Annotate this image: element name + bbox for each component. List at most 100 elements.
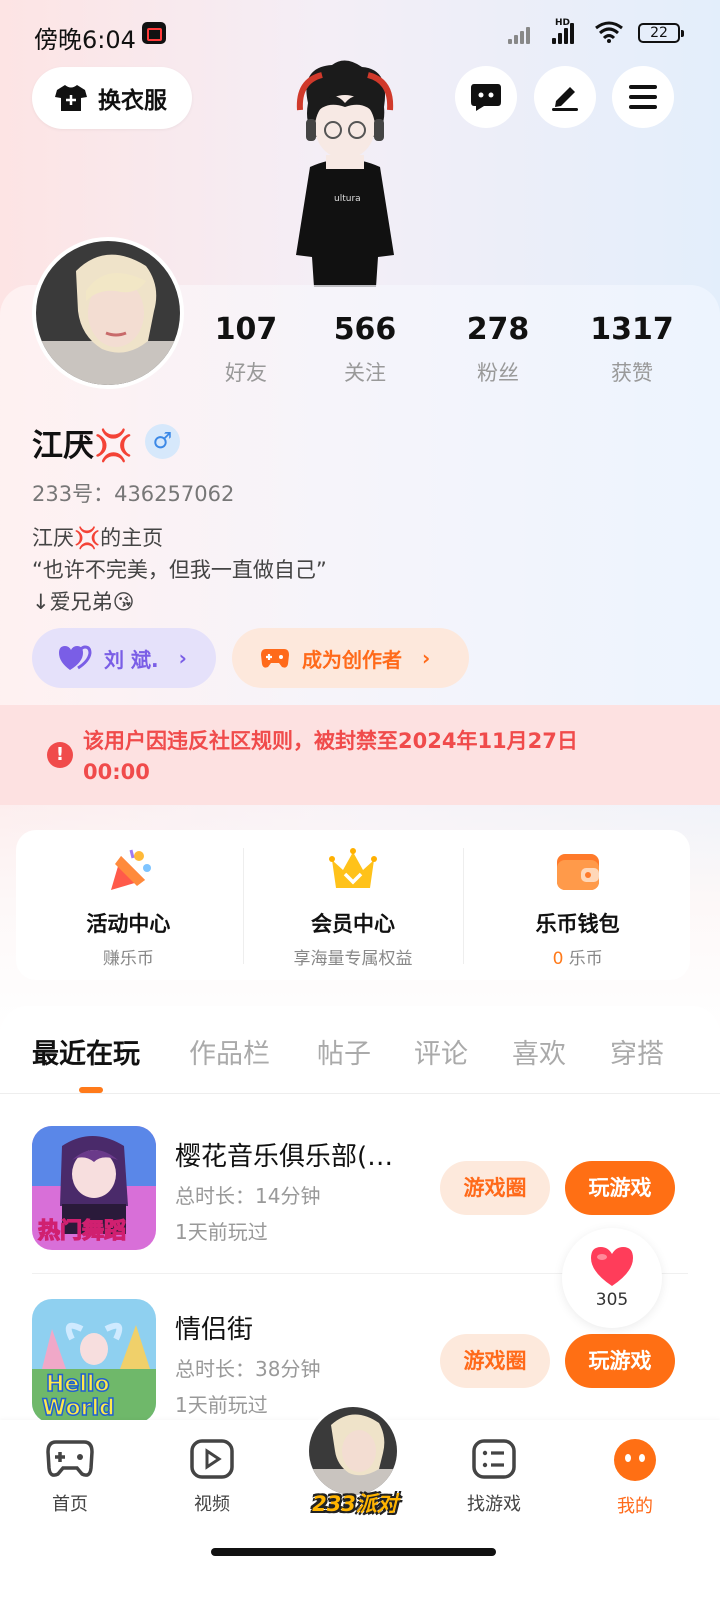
cp-partner-name: 刘 斌. (104, 647, 159, 672)
signal-icon (508, 22, 530, 44)
coin-wallet-button[interactable]: 乐币钱包 0 乐币 (465, 830, 690, 980)
nav-label: 找游戏 (467, 1494, 521, 1515)
nav-video[interactable]: 视频 (167, 1438, 257, 1516)
services-card: 活动中心 赚乐币 会员中心 享海量专属权益 乐币钱包 0 乐币 (16, 830, 690, 980)
party-avatar-button[interactable] (306, 1404, 400, 1498)
coin-balance: 0 (552, 949, 564, 969)
divider (0, 1093, 720, 1094)
member-center-button[interactable]: 会员中心 享海量专属权益 (241, 830, 466, 980)
divider (463, 848, 464, 964)
user-id[interactable]: 233号：436257062 (32, 478, 234, 508)
change-outfit-button[interactable]: 换衣服 (32, 67, 192, 129)
profile-face-icon (614, 1439, 656, 1481)
message-button[interactable] (455, 66, 517, 128)
menu-button[interactable] (612, 66, 674, 128)
cp-partner-button[interactable]: 刘 斌. › (32, 628, 216, 688)
list-icon (472, 1439, 516, 1479)
bio: 江厌💢的主页 “也许不完美，但我一直做自己” ↓爱兄弟😘 (32, 522, 327, 618)
game-last-played: 1天前玩过 (175, 1393, 268, 1417)
activity-center-button[interactable]: 活动中心 赚乐币 (16, 830, 241, 980)
stat-label: 获赞 (611, 361, 653, 385)
game-thumbnail[interactable]: 热门舞蹈 (32, 1126, 156, 1250)
game-duration: 总时长：38分钟 (175, 1357, 321, 1381)
game-cover-image: Hello World (32, 1299, 156, 1423)
home-indicator[interactable] (211, 1548, 496, 1556)
crown-icon (329, 848, 377, 888)
game-title: 樱花音乐俱乐部(… (175, 1142, 394, 1172)
game-circle-button[interactable]: 游戏圈 (440, 1161, 550, 1215)
stat-followers[interactable]: 278 粉丝 (438, 312, 558, 387)
nickname: 江厌💢 (32, 428, 133, 464)
battery-icon: 22 (638, 23, 684, 43)
stat-label: 好友 (225, 361, 267, 385)
gamepad-icon (261, 649, 289, 668)
service-title: 活动中心 (86, 912, 171, 936)
nav-label: 视频 (194, 1494, 230, 1515)
tab-recently-played[interactable]: 最近在玩 (32, 1032, 140, 1071)
avatar-character[interactable]: ultura (270, 55, 420, 287)
tab-works[interactable]: 作品栏 (189, 1032, 270, 1071)
game-thumbnail[interactable]: Hello World (32, 1299, 156, 1423)
stat-value: 278 (466, 312, 530, 347)
bio-line: ↓爱兄弟😘 (32, 590, 135, 614)
tab-posts[interactable]: 帖子 (317, 1032, 371, 1071)
game-cover-image: 热门舞蹈 (32, 1126, 156, 1250)
game-last-played: 1天前玩过 (175, 1220, 268, 1244)
tab-comments[interactable]: 评论 (414, 1032, 468, 1071)
change-outfit-label: 换衣服 (98, 88, 167, 114)
double-heart-icon (59, 645, 92, 670)
service-title: 会员中心 (311, 912, 395, 936)
play-game-button[interactable]: 玩游戏 (565, 1161, 675, 1215)
edit-profile-button[interactable] (534, 66, 596, 128)
male-gender-icon: ♂ (145, 424, 180, 459)
alert-icon: ! (47, 742, 73, 768)
nav-home[interactable]: 首页 (25, 1438, 115, 1516)
stat-following[interactable]: 566 关注 (305, 312, 425, 387)
avatar-photo (36, 241, 180, 385)
stat-value: 566 (333, 312, 397, 347)
tab-likes[interactable]: 喜欢 (512, 1032, 566, 1071)
stat-likes[interactable]: 1317 获赞 (572, 312, 692, 387)
wallet-icon (556, 854, 599, 890)
ban-notice-text: 该用户因违反社区规则，被封禁至2024年11月27日 00:00 (83, 729, 578, 784)
stat-value: 107 (214, 312, 278, 347)
service-subtitle: 0 乐币 (465, 944, 690, 969)
status-time: 傍晚6:04 (34, 26, 136, 54)
party-popper-icon (111, 849, 152, 890)
service-subtitle: 赚乐币 (102, 949, 154, 969)
service-title: 乐币钱包 (535, 912, 620, 936)
stat-friends[interactable]: 107 好友 (186, 312, 306, 387)
service-subtitle: 享海量专属权益 (293, 949, 413, 969)
bio-line: 江厌💢的主页 (32, 526, 164, 550)
nav-find-games[interactable]: 找游戏 (449, 1438, 539, 1516)
chevron-right-icon: › (422, 646, 431, 670)
game-circle-button[interactable]: 游戏圈 (440, 1334, 550, 1388)
play-game-button[interactable]: 玩游戏 (565, 1334, 675, 1388)
gamepad-icon (46, 1440, 94, 1477)
bio-line: “也许不完美，但我一直做自己” (32, 558, 327, 582)
screen-record-icon (142, 22, 166, 44)
chat-bubble-icon (471, 84, 501, 111)
svg-text:World: World (42, 1396, 115, 1421)
stat-label: 关注 (344, 361, 386, 385)
game-title: 情侣街 (175, 1315, 254, 1345)
nav-label: 我的 (617, 1496, 653, 1517)
play-video-icon (190, 1439, 234, 1479)
stat-label: 粉丝 (477, 361, 519, 385)
pen-icon (552, 87, 578, 111)
heart-icon (591, 1247, 633, 1286)
like-count: 305 (595, 1290, 629, 1310)
wifi-icon (595, 21, 623, 43)
become-creator-label: 成为创作者 (302, 647, 402, 672)
become-creator-button[interactable]: 成为创作者 › (232, 628, 469, 688)
like-button[interactable]: 305 (562, 1228, 662, 1328)
signal-icon-2 (552, 22, 574, 44)
nav-label: 首页 (52, 1494, 88, 1515)
profile-avatar[interactable] (32, 237, 184, 389)
tab-outfits[interactable]: 穿搭 (610, 1032, 664, 1071)
nav-me[interactable]: 我的 (590, 1438, 680, 1518)
party-label[interactable]: 233派对 (305, 1488, 405, 1518)
tshirt-icon (55, 85, 87, 111)
game-cover-caption: 热门舞蹈 (38, 1218, 126, 1244)
svg-text:ultura: ultura (334, 194, 361, 204)
